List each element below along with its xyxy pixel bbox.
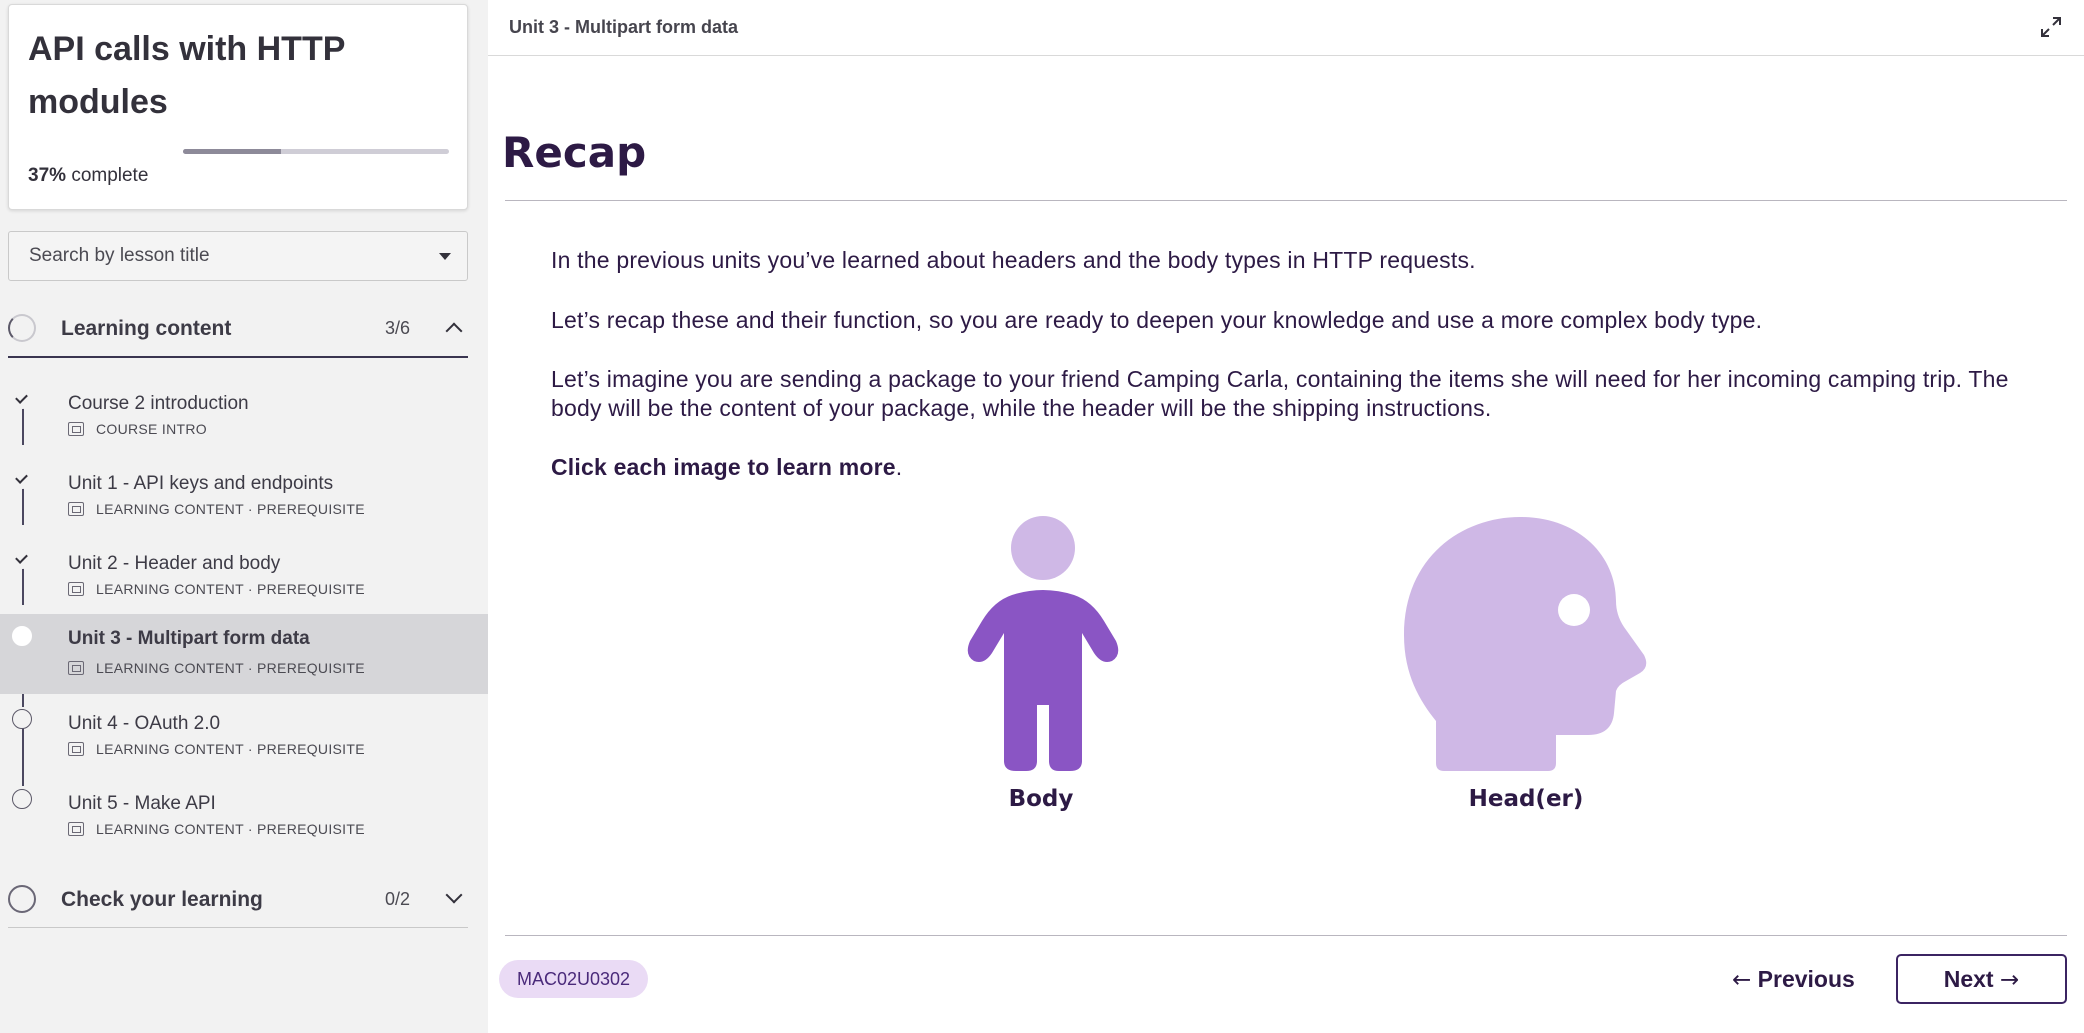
lesson-meta-text: LEARNING CONTENT · PREREQUISITE xyxy=(96,821,365,837)
body-figure-label[interactable]: Body xyxy=(941,786,1141,812)
completed-check-icon xyxy=(12,469,32,489)
instruction-bold: Click each image to learn more xyxy=(551,454,896,480)
lesson-item-current[interactable]: Unit 3 - Multipart form data LEARNING CO… xyxy=(0,614,488,694)
lesson-header-title: Unit 3 - Multipart form data xyxy=(509,17,738,37)
chevron-up-icon xyxy=(445,322,463,340)
arrow-left-icon: ← xyxy=(1732,967,1752,993)
search-placeholder: Search by lesson title xyxy=(29,245,210,266)
lesson-title: Unit 1 - API keys and endpoints xyxy=(68,473,334,494)
section-count: 0/2 xyxy=(385,889,411,909)
progress-bar-fill xyxy=(183,149,282,154)
lesson-meta-text: LEARNING CONTENT · PREREQUISITE xyxy=(96,660,365,676)
lesson-code-badge: MAC02U0302 xyxy=(499,960,649,998)
person-body-icon xyxy=(967,516,1119,771)
section-count: 3/6 xyxy=(385,318,411,338)
instruction-end: . xyxy=(895,454,903,480)
lesson-meta: COURSE INTRO xyxy=(68,421,207,437)
current-lesson-dot-icon xyxy=(12,626,32,646)
paragraph: Let’s recap these and their function, so… xyxy=(551,307,1763,333)
lesson-meta: LEARNING CONTENT · PREREQUISITE xyxy=(68,821,365,837)
lesson-title: Unit 3 - Multipart form data xyxy=(68,628,310,649)
page-title: Recap xyxy=(502,128,647,177)
previous-button[interactable]: ← Previous xyxy=(1720,954,1867,1004)
lesson-meta-text: COURSE INTRO xyxy=(96,421,207,437)
lesson-meta: LEARNING CONTENT · PREREQUISITE xyxy=(68,581,365,597)
dropdown-caret-icon xyxy=(439,253,451,260)
lesson-item[interactable]: Unit 1 - API keys and endpoints LEARNING… xyxy=(0,459,488,539)
slides-icon xyxy=(68,742,84,756)
slides-icon xyxy=(68,582,84,596)
head-profile-icon xyxy=(1404,517,1647,771)
lesson-meta: LEARNING CONTENT · PREREQUISITE xyxy=(68,660,365,676)
title-divider xyxy=(505,200,2067,201)
chevron-down-icon xyxy=(445,886,463,904)
expand-fullscreen-icon[interactable] xyxy=(2040,16,2062,38)
completed-check-icon xyxy=(12,389,32,409)
lesson-item[interactable]: Unit 5 - Make API LEARNING CONTENT · PRE… xyxy=(0,779,488,859)
instruction: Click each image to learn more. xyxy=(551,453,2011,482)
section-title: Check your learning xyxy=(61,888,263,911)
footer-divider xyxy=(505,935,2067,936)
next-button[interactable]: Next → xyxy=(1896,954,2067,1004)
paragraph: Let’s imagine you are sending a package … xyxy=(551,366,2009,421)
incomplete-circle-icon xyxy=(12,789,32,809)
slides-icon xyxy=(68,822,84,836)
paragraph: In the previous units you’ve learned abo… xyxy=(551,247,1476,273)
lesson-meta-text: LEARNING CONTENT · PREREQUISITE xyxy=(96,741,365,757)
lesson-title: Course 2 introduction xyxy=(68,393,249,414)
course-sidebar: API calls with HTTP modules 37% complete… xyxy=(0,0,488,1033)
lesson-item[interactable]: Unit 4 - OAuth 2.0 LEARNING CONTENT · PR… xyxy=(0,699,488,779)
progress-bar xyxy=(183,149,449,154)
header-figure-button[interactable] xyxy=(1402,515,1662,775)
section-progress-ring-icon xyxy=(8,314,36,342)
body-figure-button[interactable] xyxy=(964,515,1124,775)
lesson-topbar: Unit 3 - Multipart form data xyxy=(488,0,2084,56)
course-title: API calls with HTTP modules xyxy=(28,30,345,121)
incomplete-circle-icon xyxy=(12,709,32,729)
lesson-item[interactable]: Course 2 introduction COURSE INTRO xyxy=(0,379,488,459)
section-progress-ring-icon xyxy=(8,885,36,913)
lesson-title: Unit 4 - OAuth 2.0 xyxy=(68,713,221,734)
lesson-meta-text: LEARNING CONTENT · PREREQUISITE xyxy=(96,581,365,597)
completed-check-icon xyxy=(12,549,32,569)
lesson-title: Unit 5 - Make API xyxy=(68,793,216,814)
progress-label: 37% complete xyxy=(28,165,148,187)
section-title: Learning content xyxy=(61,317,232,340)
lesson-content: Unit 3 - Multipart form data Recap In th… xyxy=(488,0,2084,1033)
document-icon xyxy=(68,422,84,436)
lesson-meta: LEARNING CONTENT · PREREQUISITE xyxy=(68,741,365,757)
next-label: Next xyxy=(1943,965,1994,992)
slides-icon xyxy=(68,502,84,516)
arrow-right-icon: → xyxy=(1999,966,2020,993)
section-header-check-your-learning[interactable]: Check your learning 0/2 xyxy=(8,872,468,928)
section-header-learning-content[interactable]: Learning content 3/6 xyxy=(8,301,468,358)
lesson-search-select[interactable]: Search by lesson title xyxy=(8,231,468,281)
previous-label: Previous xyxy=(1757,966,1855,992)
header-figure-label[interactable]: Head(er) xyxy=(1426,786,1626,812)
lesson-meta: LEARNING CONTENT · PREREQUISITE xyxy=(68,501,365,517)
lesson-title: Unit 2 - Header and body xyxy=(68,553,281,574)
progress-suffix: complete xyxy=(71,165,149,186)
lesson-meta-text: LEARNING CONTENT · PREREQUISITE xyxy=(96,501,365,517)
progress-percent: 37% xyxy=(28,165,67,186)
course-summary-card: API calls with HTTP modules 37% complete xyxy=(8,4,468,210)
slides-icon xyxy=(68,661,84,675)
lesson-item[interactable]: Unit 2 - Header and body LEARNING CONTEN… xyxy=(0,539,488,619)
